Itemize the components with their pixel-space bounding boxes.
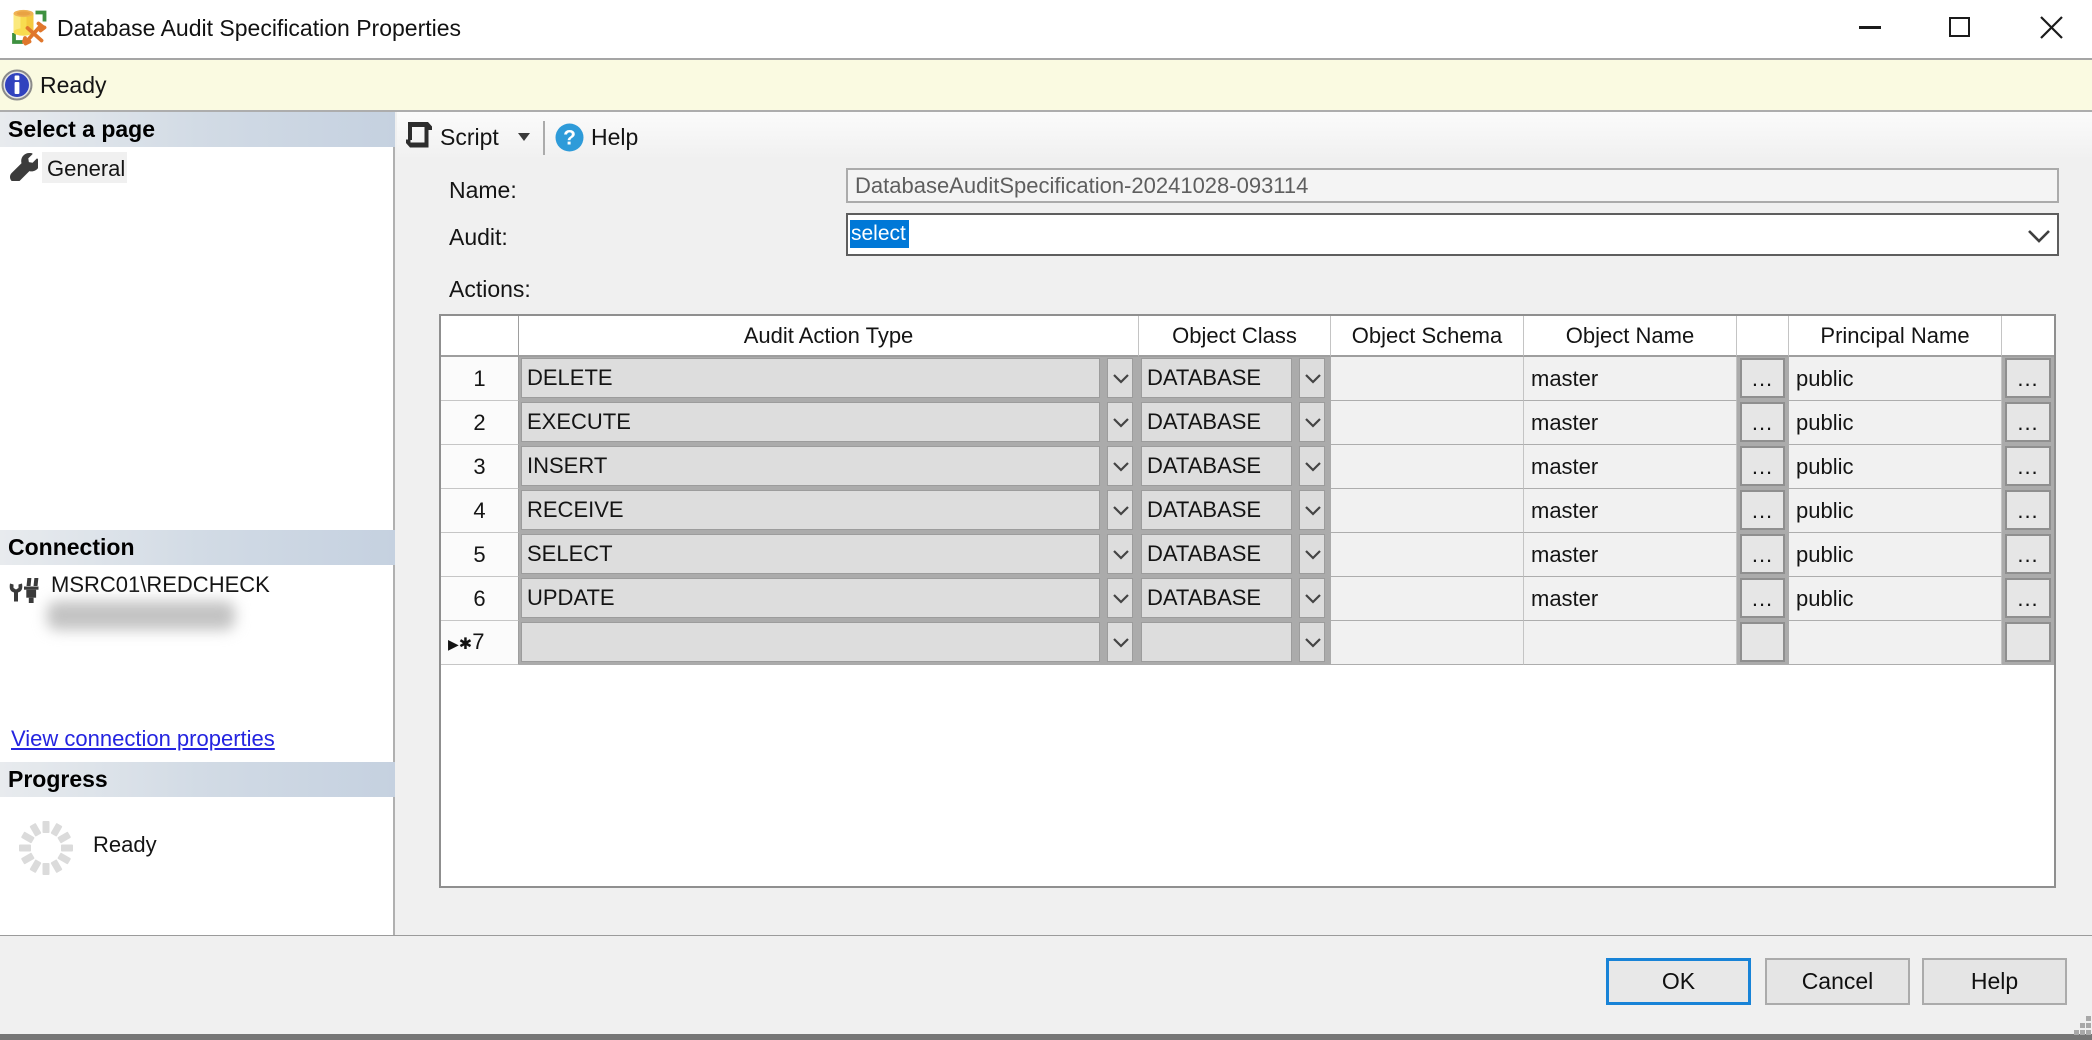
svg-text:?: ? — [563, 127, 576, 150]
